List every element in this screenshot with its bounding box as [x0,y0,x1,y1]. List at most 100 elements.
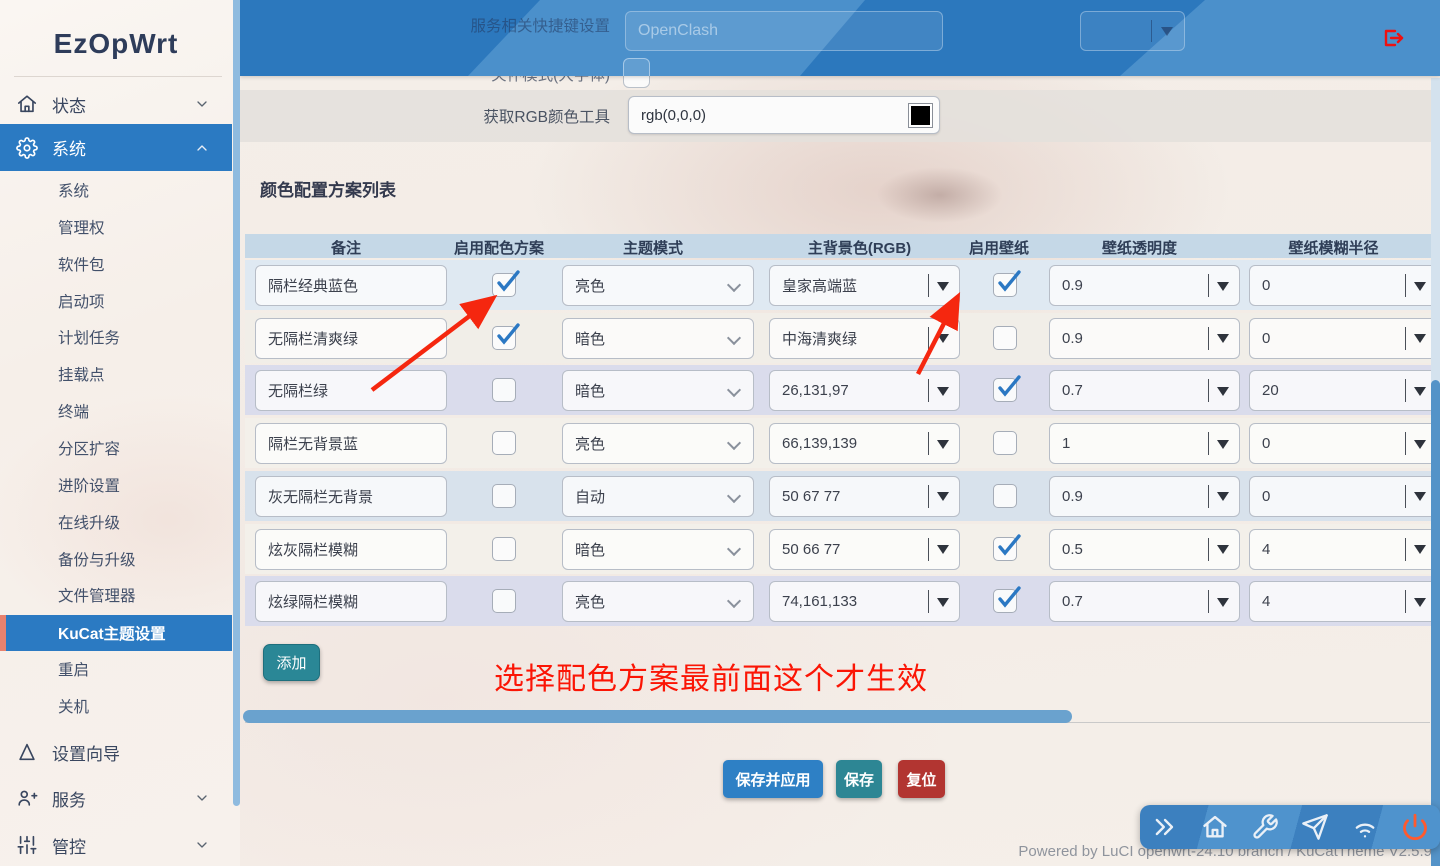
opacity-combobox[interactable]: 0.7 [1049,370,1240,411]
sidebar-subitem[interactable]: 关机 [0,689,232,723]
save-apply-button[interactable]: 保存并应用 [723,760,823,798]
scheme-enabled-checkbox[interactable] [492,589,516,613]
sidebar-subitem[interactable]: 挂载点 [0,357,232,391]
sidebar-subitem[interactable]: KuCat主题设置 [0,615,232,651]
wallpaper-enabled-checkbox[interactable] [993,273,1017,297]
section-title: 颜色配置方案列表 [260,176,396,201]
note-input[interactable]: 无隔栏清爽绿 [255,318,447,359]
opacity-value: 0.9 [1062,330,1083,347]
scheme-enabled-checkbox[interactable] [492,326,516,350]
table-row: 隔栏无背景蓝亮色66,139,13910 [245,418,1432,468]
bg-color-combobox[interactable]: 皇家高端蓝 [769,265,960,306]
note-input[interactable]: 隔栏无背景蓝 [255,423,447,464]
sidebar-subitem[interactable]: 软件包 [0,247,232,281]
sidebar-subitem[interactable]: 文件管理器 [0,578,232,612]
sidebar-item-label: 管控 [52,833,194,858]
bg-color-combobox[interactable]: 74,161,133 [769,581,960,622]
blur-value: 0 [1262,277,1270,294]
sidebar-subitem[interactable]: 分区扩容 [0,431,232,465]
navigate-icon[interactable] [1301,813,1329,841]
bg-color-combobox[interactable]: 50 67 77 [769,476,960,517]
sidebar-subitem[interactable]: 备份与升级 [0,542,232,576]
blur-combobox[interactable]: 4 [1249,529,1437,570]
opacity-combobox[interactable]: 0.9 [1049,476,1240,517]
sidebar-scrollbar[interactable] [233,0,240,806]
theme-mode-select[interactable]: 暗色 [562,529,754,570]
sidebar-subitem[interactable]: 进阶设置 [0,468,232,502]
wrench-icon[interactable] [1251,813,1279,841]
wallpaper-enabled-checkbox[interactable] [993,537,1017,561]
note-input[interactable]: 隔栏经典蓝色 [255,265,447,306]
theme-mode-select[interactable]: 亮色 [562,265,754,306]
note-input[interactable]: 炫灰隔栏模糊 [255,529,447,570]
home-icon[interactable] [1201,813,1229,841]
note-value: 无隔栏清爽绿 [268,328,358,349]
service-shortcut-select[interactable]: OpenClash [625,11,943,51]
wallpaper-enabled-checkbox[interactable] [993,326,1017,350]
horizontal-scrollbar[interactable] [243,710,1072,723]
note-input[interactable]: 炫绿隔栏模糊 [255,581,447,622]
wallpaper-enabled-checkbox[interactable] [993,589,1017,613]
blur-combobox[interactable]: 20 [1249,370,1437,411]
opacity-combobox[interactable]: 0.7 [1049,581,1240,622]
opacity-combobox[interactable]: 1 [1049,423,1240,464]
sidebar-subitem[interactable]: 系统 [0,173,232,207]
blur-combobox[interactable]: 0 [1249,423,1437,464]
theme-mode-value: 暗色 [575,328,605,349]
bg-color-combobox[interactable]: 66,139,139 [769,423,960,464]
blur-combobox[interactable]: 0 [1249,265,1437,306]
wallpaper-enabled-checkbox[interactable] [993,484,1017,508]
scheme-enabled-checkbox[interactable] [492,273,516,297]
quick-dock [1140,805,1440,849]
scheme-enabled-checkbox[interactable] [492,537,516,561]
rgb-tool-input[interactable]: rgb(0,0,0) [628,96,940,134]
service-shortcut-value: OpenClash [638,22,718,40]
sidebar-subitem[interactable]: 重启 [0,652,232,686]
service-shortcut-dropdown[interactable] [1080,11,1185,51]
sidebar-item-control[interactable]: 管控 [0,825,232,865]
scheme-enabled-checkbox[interactable] [492,378,516,402]
bg-color-combobox[interactable]: 26,131,97 [769,370,960,411]
sidebar-item-services[interactable]: 服务 [0,778,232,818]
save-button[interactable]: 保存 [836,760,882,798]
sidebar-item-status[interactable]: 状态 [0,84,232,124]
sidebar: EzOpWrt 状态 系统 系统管理权软件包启动项计划任务挂载点终端分区扩容进阶… [0,0,240,866]
sidebar-subitem[interactable]: 终端 [0,394,232,428]
theme-mode-select[interactable]: 暗色 [562,370,754,411]
blur-combobox[interactable]: 4 [1249,581,1437,622]
reset-button[interactable]: 复位 [898,760,945,798]
sidebar-subitem[interactable]: 管理权 [0,210,232,244]
blur-combobox[interactable]: 0 [1249,318,1437,359]
opacity-combobox[interactable]: 0.5 [1049,529,1240,570]
opacity-value: 1 [1062,435,1070,452]
care-mode-checkbox-ghost[interactable] [623,58,650,76]
theme-mode-select[interactable]: 亮色 [562,423,754,464]
theme-mode-select[interactable]: 亮色 [562,581,754,622]
note-input[interactable]: 无隔栏绿 [255,370,447,411]
blur-value: 4 [1262,593,1270,610]
expand-icon[interactable] [1151,813,1179,841]
bg-color-combobox[interactable]: 50 66 77 [769,529,960,570]
sidebar-item-wizard[interactable]: 设置向导 [0,732,232,772]
bg-color-combobox[interactable]: 中海清爽绿 [769,318,960,359]
wallpaper-enabled-checkbox[interactable] [993,378,1017,402]
theme-mode-select[interactable]: 暗色 [562,318,754,359]
sidebar-subitem-label: 软件包 [58,253,105,275]
opacity-combobox[interactable]: 0.9 [1049,265,1240,306]
note-input[interactable]: 灰无隔栏无背景 [255,476,447,517]
logout-icon[interactable] [1381,26,1405,50]
vertical-scrollbar-thumb[interactable] [1431,380,1440,866]
sidebar-subitem[interactable]: 启动项 [0,284,232,318]
wallpaper-enabled-checkbox[interactable] [993,431,1017,455]
blur-combobox[interactable]: 0 [1249,476,1437,517]
color-swatch[interactable] [909,104,932,127]
sidebar-subitem[interactable]: 在线升级 [0,505,232,539]
power-icon[interactable] [1401,813,1429,841]
scheme-enabled-checkbox[interactable] [492,431,516,455]
sidebar-item-system[interactable]: 系统 [0,124,232,171]
wifi-icon[interactable] [1351,813,1379,841]
opacity-combobox[interactable]: 0.9 [1049,318,1240,359]
theme-mode-select[interactable]: 自动 [562,476,754,517]
sidebar-subitem[interactable]: 计划任务 [0,320,232,354]
scheme-enabled-checkbox[interactable] [492,484,516,508]
